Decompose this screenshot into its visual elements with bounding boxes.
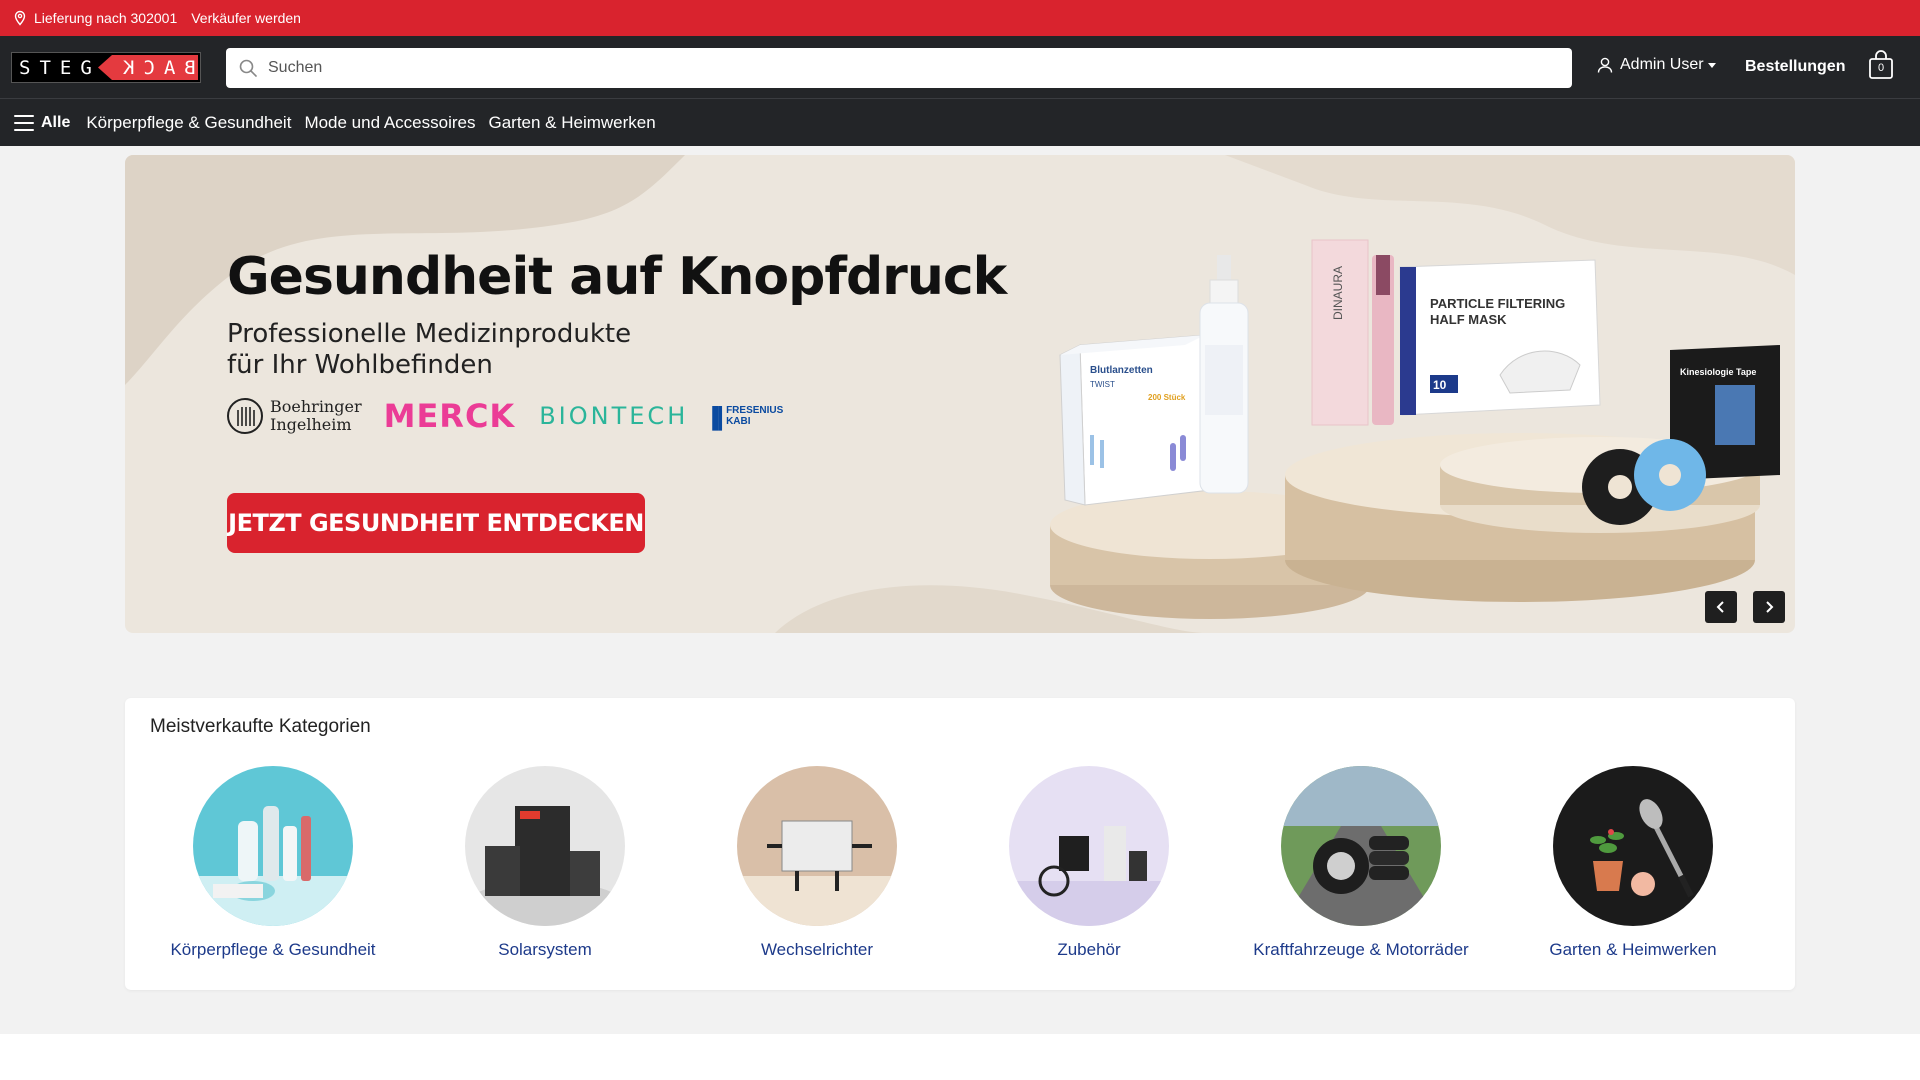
tape-box-label: Kinesiologie Tape bbox=[1680, 367, 1756, 377]
become-seller-link[interactable]: Verkäufer werden bbox=[191, 10, 301, 26]
hero-subtitle-line2: für Ihr Wohlbefinden bbox=[227, 350, 493, 380]
category-card-garten[interactable]: Garten & Heimwerken bbox=[1503, 766, 1763, 960]
brand-merck-logo: MERCK bbox=[383, 397, 516, 435]
category-image-wechselrichter[interactable] bbox=[737, 766, 897, 926]
fresenius-line2: KABI bbox=[726, 416, 751, 427]
fresenius-emblem-icon: ||| bbox=[710, 400, 724, 431]
user-menu[interactable]: Admin User bbox=[1596, 56, 1716, 74]
chevron-right-icon bbox=[1766, 601, 1774, 613]
boehringer-line1: Boehringer bbox=[270, 397, 362, 416]
location-pin-icon bbox=[14, 10, 26, 26]
category-image-zubehoer[interactable] bbox=[1009, 766, 1169, 926]
bestselling-categories-section: Meistverkaufte Kategorien Körperpflege &… bbox=[125, 698, 1795, 990]
site-logo[interactable]: STEG BACK bbox=[11, 52, 201, 83]
top-bar: Lieferung nach 302001 Verkäufer werden bbox=[0, 0, 1920, 36]
logo-text-right: BACK bbox=[114, 56, 196, 79]
hero-title: Gesundheit auf Knopfdruck bbox=[227, 247, 1007, 307]
category-card-koerperpflege[interactable]: Körperpflege & Gesundheit bbox=[143, 766, 403, 960]
orders-link[interactable]: Bestellungen bbox=[1745, 58, 1845, 76]
cta-discover-health-button[interactable]: JETZT GESUNDHEIT ENTDECKEN bbox=[227, 493, 645, 553]
brand-boehringer-logo: Boehringer Ingelheim bbox=[227, 398, 362, 434]
hamburger-menu-icon[interactable] bbox=[14, 114, 34, 131]
page-bottom-band bbox=[0, 1034, 1920, 1080]
lancet-box-title: Blutlanzetten bbox=[1090, 365, 1153, 376]
section-title: Meistverkaufte Kategorien bbox=[150, 716, 371, 737]
nav-item-garten[interactable]: Garten & Heimwerken bbox=[488, 113, 655, 133]
main-header: STEG BACK Admin User Bestellungen 0 bbox=[0, 36, 1920, 98]
carousel-next-button[interactable] bbox=[1753, 591, 1785, 623]
nav-item-koerperpflege[interactable]: Körperpflege & Gesundheit bbox=[86, 113, 291, 133]
boehringer-emblem-icon bbox=[227, 398, 263, 434]
lancet-box-count: 200 Stück bbox=[1148, 393, 1186, 402]
chevron-left-icon bbox=[1716, 601, 1724, 613]
cart-button[interactable]: 0 bbox=[1868, 50, 1894, 80]
delivery-location-link[interactable]: Lieferung nach 302001 bbox=[34, 10, 177, 26]
category-label[interactable]: Solarsystem bbox=[415, 940, 675, 960]
category-card-wechselrichter[interactable]: Wechselrichter bbox=[687, 766, 947, 960]
mask-box-line1: PARTICLE FILTERING bbox=[1430, 296, 1565, 311]
category-card-kraftfahrzeuge[interactable]: Kraftfahrzeuge & Motorräder bbox=[1231, 766, 1491, 960]
category-image-solarsystem[interactable] bbox=[465, 766, 625, 926]
category-image-koerperpflege[interactable] bbox=[193, 766, 353, 926]
nav-all[interactable]: Alle bbox=[41, 114, 70, 132]
hero-subtitle-line1: Professionelle Medizinprodukte bbox=[227, 319, 632, 349]
search-icon bbox=[239, 59, 257, 77]
fresenius-line1: FRESENIUS bbox=[726, 405, 784, 416]
caret-down-icon bbox=[1707, 62, 1716, 68]
category-nav: Alle Körperpflege & Gesundheit Mode und … bbox=[0, 98, 1920, 146]
logo-arrow-block: BACK bbox=[98, 55, 198, 80]
user-icon bbox=[1597, 57, 1613, 73]
logo-text-left: STEG bbox=[19, 56, 101, 79]
brand-biontech-logo: BIONTECH bbox=[539, 402, 689, 430]
lancet-box-sub: TWIST bbox=[1090, 380, 1115, 389]
mask-box-count: 10 bbox=[1433, 378, 1447, 392]
cart-count: 0 bbox=[1877, 62, 1885, 74]
brand-logos: Boehringer Ingelheim MERCK BIONTECH ||| … bbox=[227, 397, 783, 435]
category-label[interactable]: Körperpflege & Gesundheit bbox=[143, 940, 403, 960]
search-input[interactable] bbox=[268, 59, 1548, 77]
mask-box-line2: HALF MASK bbox=[1430, 312, 1507, 327]
hero-products-illustration: Blutlanzetten TWIST 200 Stück DINAURA PA… bbox=[1050, 239, 1780, 619]
carousel-prev-button[interactable] bbox=[1705, 591, 1737, 623]
hero-banner[interactable]: Gesundheit auf Knopfdruck Professionelle… bbox=[125, 155, 1795, 633]
search-bar[interactable] bbox=[226, 48, 1572, 88]
category-label[interactable]: Zubehör bbox=[959, 940, 1219, 960]
category-image-kraftfahrzeuge[interactable] bbox=[1281, 766, 1441, 926]
category-label[interactable]: Wechselrichter bbox=[687, 940, 947, 960]
brand-fresenius-logo: ||| FRESENIUS KABI bbox=[710, 400, 784, 431]
user-name: Admin User bbox=[1620, 56, 1704, 73]
boehringer-line2: Ingelheim bbox=[270, 415, 352, 434]
nav-item-mode[interactable]: Mode und Accessoires bbox=[304, 113, 475, 133]
category-label[interactable]: Kraftfahrzeuge & Motorräder bbox=[1231, 940, 1491, 960]
category-label[interactable]: Garten & Heimwerken bbox=[1503, 940, 1763, 960]
dinaura-label: DINAURA bbox=[1331, 266, 1345, 320]
category-card-solarsystem[interactable]: Solarsystem bbox=[415, 766, 675, 960]
category-card-zubehoer[interactable]: Zubehör bbox=[959, 766, 1219, 960]
category-image-garten[interactable] bbox=[1553, 766, 1713, 926]
hero-subtitle: Professionelle Medizinprodukte für Ihr W… bbox=[227, 319, 631, 381]
